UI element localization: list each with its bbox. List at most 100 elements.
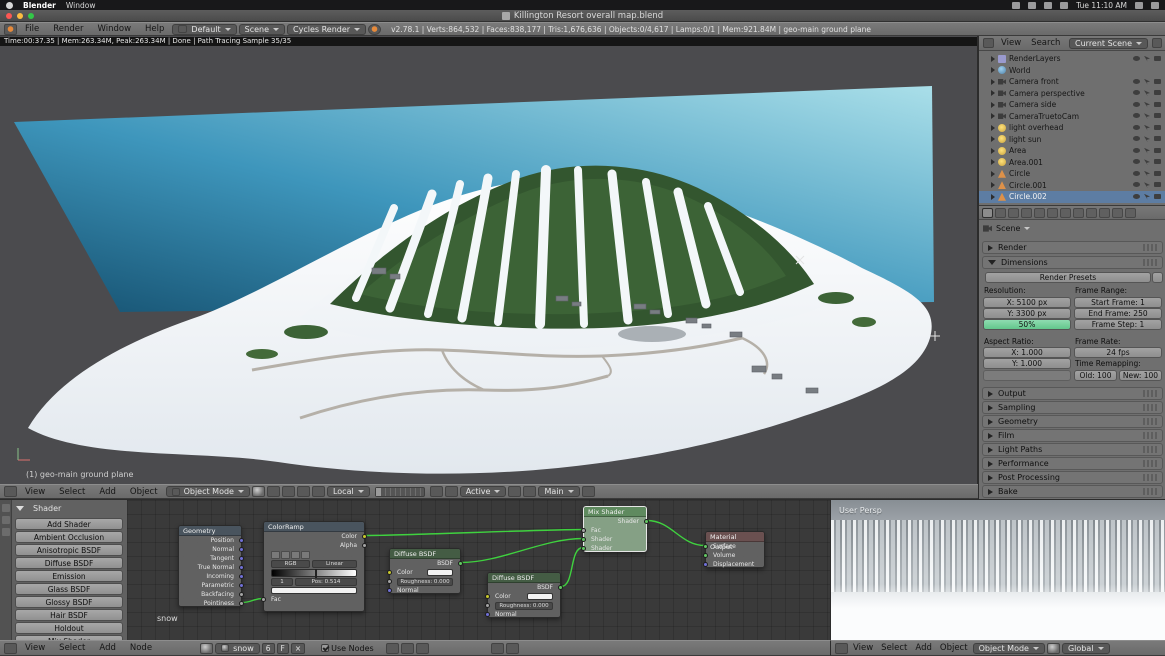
node-colorramp[interactable]: ColorRamp Color Alpha RGB Linear 1 Pos: … (263, 521, 365, 612)
wifi-icon[interactable] (1044, 2, 1052, 9)
menu-file[interactable]: File (19, 24, 45, 34)
panel-performance[interactable]: Performance (982, 457, 1163, 470)
node-material-output[interactable]: Material Output Surface Volume Displacem… (705, 531, 765, 568)
snap-magnet-toggle[interactable] (445, 486, 458, 497)
viewport-shading-selector[interactable] (252, 486, 265, 497)
restrict-icons[interactable] (1133, 125, 1165, 131)
color-mode-dropdown[interactable]: RGB (271, 560, 310, 568)
restrict-icons[interactable] (1133, 79, 1165, 85)
stop-index-field[interactable]: 1 (271, 578, 293, 586)
panel-grip-icon[interactable] (1143, 432, 1157, 439)
panel-grip-icon[interactable] (1143, 474, 1157, 481)
outliner[interactable]: View Search Current Scene RenderLayers W… (979, 36, 1165, 206)
node-diffuse-bsdf-2[interactable]: Diffuse BSDF BSDF Color Roughness: 0.000… (487, 572, 561, 618)
node-title[interactable]: Material Output (706, 532, 764, 542)
snap-target-selector[interactable]: Active (460, 486, 507, 497)
panel-film[interactable]: Film (982, 429, 1163, 442)
translate-manipulator-toggle[interactable] (282, 486, 295, 497)
notification-center-icon[interactable] (1151, 2, 1159, 9)
restrict-icons[interactable] (1133, 56, 1165, 62)
shader-panel-header[interactable]: Shader (16, 504, 61, 513)
node-title[interactable]: ColorRamp (264, 522, 364, 532)
resolution-y-field[interactable]: Y: 3300 px (983, 308, 1071, 319)
frame-step-field[interactable]: Frame Step: 1 (1074, 319, 1162, 330)
socket-tangent-out[interactable] (239, 556, 244, 561)
end-frame-field[interactable]: End Frame: 250 (1074, 308, 1162, 319)
panel-grip-icon[interactable] (1143, 460, 1157, 467)
socket-bsdf-out[interactable] (458, 561, 463, 566)
socket-parametric-out[interactable] (239, 583, 244, 588)
color-swatch[interactable] (527, 593, 553, 600)
expand-arrow-icon[interactable] (991, 90, 995, 96)
node-title[interactable]: Geometry (179, 526, 241, 536)
interpolation-dropdown[interactable]: Linear (312, 560, 357, 568)
panel-grip-icon[interactable] (1143, 390, 1157, 397)
input-source-icon[interactable] (1012, 2, 1020, 9)
scale-manipulator-toggle[interactable] (312, 486, 325, 497)
resolution-x-field[interactable]: X: 5100 px (983, 297, 1071, 308)
expand-arrow-icon[interactable] (991, 102, 995, 108)
shelf-button-add-shader[interactable]: Add Shader (15, 518, 123, 530)
panel-bake[interactable]: Bake (982, 485, 1163, 498)
pv-menu-object[interactable]: Object (937, 643, 971, 653)
users-count-button[interactable]: 6 (262, 643, 275, 654)
node-mix-shader[interactable]: Mix Shader Shader Fac Shader Shader (583, 506, 647, 552)
tab-data[interactable] (1073, 208, 1084, 218)
restrict-icons[interactable] (1133, 90, 1165, 96)
outliner-row-area-001[interactable]: Area.001 (979, 157, 1165, 169)
minimize-window-button[interactable] (17, 13, 23, 19)
render-engine-selector[interactable]: Cycles Render (287, 24, 366, 35)
battery-icon[interactable] (1028, 2, 1036, 9)
shelf-tab-strip[interactable] (0, 500, 12, 640)
menu-render[interactable]: Render (47, 24, 89, 34)
restrict-icons[interactable] (1133, 159, 1165, 165)
expand-arrow-icon[interactable] (991, 67, 995, 73)
panel-grip-icon[interactable] (1143, 446, 1157, 453)
menu-help[interactable]: Help (139, 24, 170, 34)
material-datablock-selector[interactable]: snow (215, 643, 260, 654)
socket-normal-in[interactable] (485, 612, 490, 617)
remap-new-field[interactable]: New: 100 (1119, 370, 1162, 381)
viewport-3d[interactable]: Time:00:37.35 | Mem:263.34M, Peak:263.34… (0, 36, 978, 484)
layers-widget[interactable] (375, 487, 425, 497)
editor-type-icon[interactable] (983, 38, 994, 48)
pin-icon[interactable] (386, 643, 399, 654)
backdrop-toggle-icon[interactable] (491, 643, 504, 654)
viewport-shading-selector[interactable] (1047, 643, 1060, 654)
panel-light-paths[interactable]: Light Paths (982, 443, 1163, 456)
expand-arrow-icon[interactable] (991, 125, 995, 131)
socket-fac-in[interactable] (261, 597, 266, 602)
panel-post-processing[interactable]: Post Processing (982, 471, 1163, 484)
add-preset-button[interactable] (1152, 272, 1163, 283)
preview-viewport[interactable]: User Persp (830, 499, 1165, 640)
socket-pointiness-out[interactable] (239, 601, 244, 606)
socket-color-in[interactable] (387, 570, 392, 575)
restrict-icons[interactable] (1133, 136, 1165, 142)
editor-type-icon[interactable] (4, 643, 17, 654)
node-title[interactable]: Diffuse BSDF (390, 549, 460, 559)
socket-normal-in[interactable] (387, 588, 392, 593)
pv-menu-select[interactable]: Select (878, 643, 910, 653)
mode-selector[interactable]: Object Mode (166, 486, 250, 497)
outliner-row-circle-002[interactable]: Circle.002 (979, 191, 1165, 203)
ne-menu-add[interactable]: Add (93, 643, 121, 653)
expand-arrow-icon[interactable] (991, 182, 995, 188)
screen-layout-selector[interactable]: Default (172, 24, 236, 35)
menubar-clock[interactable]: Tue 11:10 AM (1076, 1, 1127, 10)
restrict-icons[interactable] (1133, 102, 1165, 108)
outliner-menu-view[interactable]: View (998, 38, 1024, 48)
tab-object[interactable] (1034, 208, 1045, 218)
restrict-icons[interactable] (1133, 113, 1165, 119)
zoom-window-button[interactable] (28, 13, 34, 19)
socket-shader2-in[interactable] (581, 546, 586, 551)
socket-color-in[interactable] (485, 594, 490, 599)
ne-menu-view[interactable]: View (19, 643, 51, 653)
auto-render-toggle-icon[interactable] (506, 643, 519, 654)
panel-grip-icon[interactable] (1143, 488, 1157, 495)
outliner-menu-search[interactable]: Search (1028, 38, 1063, 48)
shelf-button-emission[interactable]: Emission (15, 570, 123, 582)
aspect-x-field[interactable]: X: 1.000 (983, 347, 1071, 358)
pv-menu-add[interactable]: Add (912, 643, 934, 653)
macbar-app-menu[interactable]: Blender (23, 1, 56, 10)
panel-grip-icon[interactable] (1143, 418, 1157, 425)
